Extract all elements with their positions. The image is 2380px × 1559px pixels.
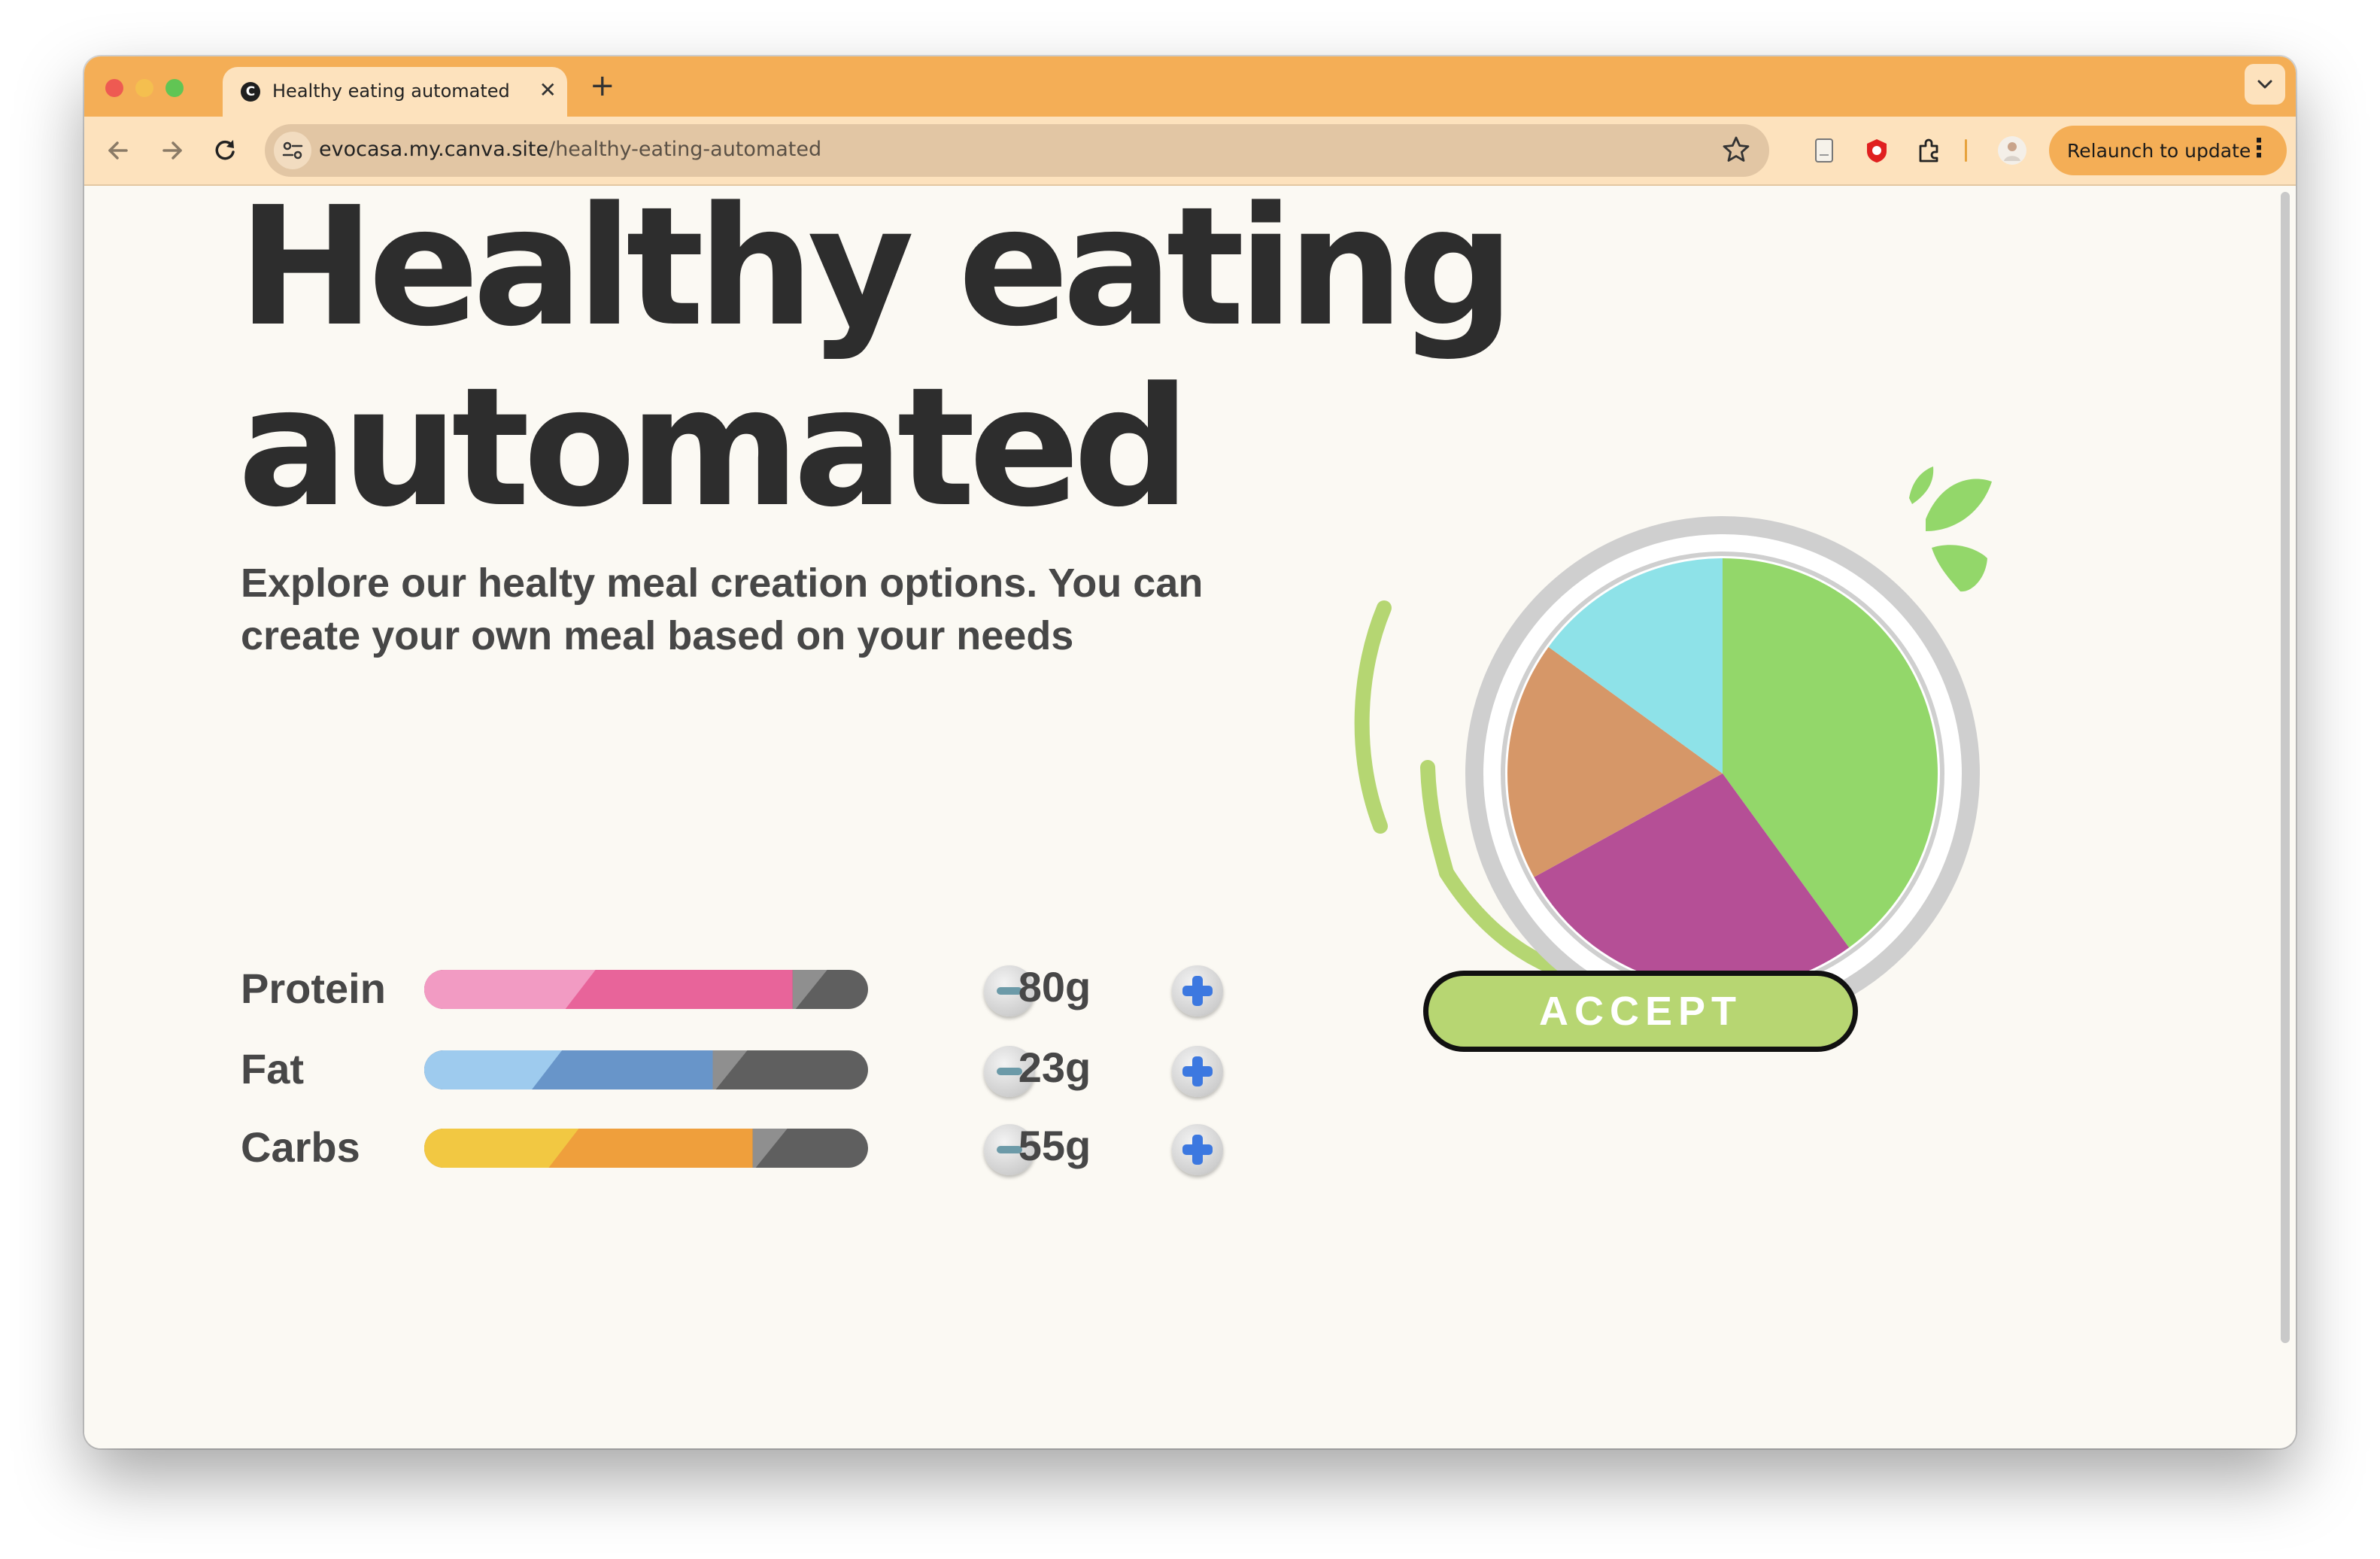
- forward-button[interactable]: [153, 132, 191, 169]
- relaunch-button[interactable]: Relaunch to update ⋮: [2049, 126, 2287, 175]
- subtitle-line-2: create your own meal based on your needs: [241, 613, 1074, 658]
- macro-level-bar[interactable]: [424, 970, 868, 1009]
- more-menu-icon[interactable]: ⋮: [2246, 133, 2272, 163]
- reload-button[interactable]: [206, 132, 244, 169]
- macro-row-protein: Protein 80g: [241, 953, 1223, 1021]
- scrollbar[interactable]: [2281, 192, 2290, 1343]
- macro-label: Protein: [241, 965, 386, 1012]
- extensions-puzzle-icon[interactable]: [1912, 133, 1947, 168]
- zoom-window-button[interactable]: [165, 79, 184, 97]
- minimize-window-button[interactable]: [135, 79, 153, 97]
- increase-button[interactable]: [1172, 965, 1223, 1017]
- meal-plate-illustration: [1354, 466, 1992, 1031]
- browser-tab[interactable]: C Healthy eating automated ✕: [223, 67, 567, 117]
- macro-value: 23g: [1018, 1044, 1091, 1091]
- arrow-left-icon: [108, 141, 128, 160]
- macro-label: Fat: [241, 1045, 304, 1093]
- close-window-button[interactable]: [105, 79, 123, 97]
- new-tab-button[interactable]: +: [590, 68, 615, 103]
- plus-icon: [1181, 1133, 1214, 1166]
- page-subtitle: Explore our healty meal creation options…: [241, 557, 1294, 662]
- url-host: evocasa.my.canva.site: [319, 138, 549, 161]
- profile-avatar[interactable]: [1995, 133, 2029, 168]
- chevron-down-icon: [2257, 80, 2272, 89]
- arrow-right-icon: [162, 141, 182, 160]
- increase-button[interactable]: [1172, 1046, 1223, 1097]
- url-text[interactable]: evocasa.my.canva.site/healthy-eating-aut…: [319, 138, 821, 161]
- macro-row-fat: Fat 23g: [241, 1034, 1223, 1102]
- splash-icon: [1909, 466, 1934, 504]
- tab-title: Healthy eating automated: [272, 81, 510, 102]
- bookmark-star-icon[interactable]: [1720, 133, 1753, 169]
- bar-fill-highlight: [424, 970, 596, 1009]
- shield-extension-icon[interactable]: [1859, 133, 1894, 168]
- macro-level-bar[interactable]: [424, 1050, 868, 1089]
- url-path: /healthy-eating-automated: [548, 138, 822, 161]
- motion-line-icon: [1354, 600, 1392, 834]
- tab-close-icon[interactable]: ✕: [539, 77, 557, 102]
- relaunch-label: Relaunch to update: [2067, 139, 2251, 162]
- increase-button[interactable]: [1172, 1124, 1223, 1175]
- splash-icon: [1926, 479, 1992, 531]
- reload-icon: [215, 140, 235, 160]
- macro-row-carbs: Carbs 55g: [241, 1112, 1223, 1180]
- plus-icon: [1181, 1055, 1214, 1088]
- back-button[interactable]: [99, 132, 137, 169]
- macro-value: 55g: [1018, 1122, 1091, 1169]
- macro-label: Carbs: [241, 1123, 360, 1171]
- headline-line-2: automated: [238, 353, 1191, 543]
- document-extension-icon[interactable]: [1807, 133, 1841, 168]
- motion-line-icon: [1420, 760, 1454, 880]
- site-settings-icon[interactable]: [274, 132, 311, 169]
- macro-value: 80g: [1018, 963, 1091, 1010]
- macro-level-bar[interactable]: [424, 1129, 868, 1168]
- toolbar-divider: [1962, 133, 1969, 168]
- tab-bar: C Healthy eating automated ✕ +: [84, 56, 2296, 117]
- canva-favicon-icon: C: [241, 82, 260, 102]
- plus-icon: [1181, 974, 1214, 1007]
- splash-icon: [1932, 545, 1987, 592]
- accept-button[interactable]: ACCEPT: [1423, 971, 1858, 1052]
- tab-search-button[interactable]: [2245, 64, 2285, 105]
- address-bar[interactable]: evocasa.my.canva.site/healthy-eating-aut…: [265, 124, 1769, 177]
- subtitle-line-1: Explore our healty meal creation options…: [241, 561, 1204, 606]
- headline-line-1: Healthy eating: [238, 172, 1515, 363]
